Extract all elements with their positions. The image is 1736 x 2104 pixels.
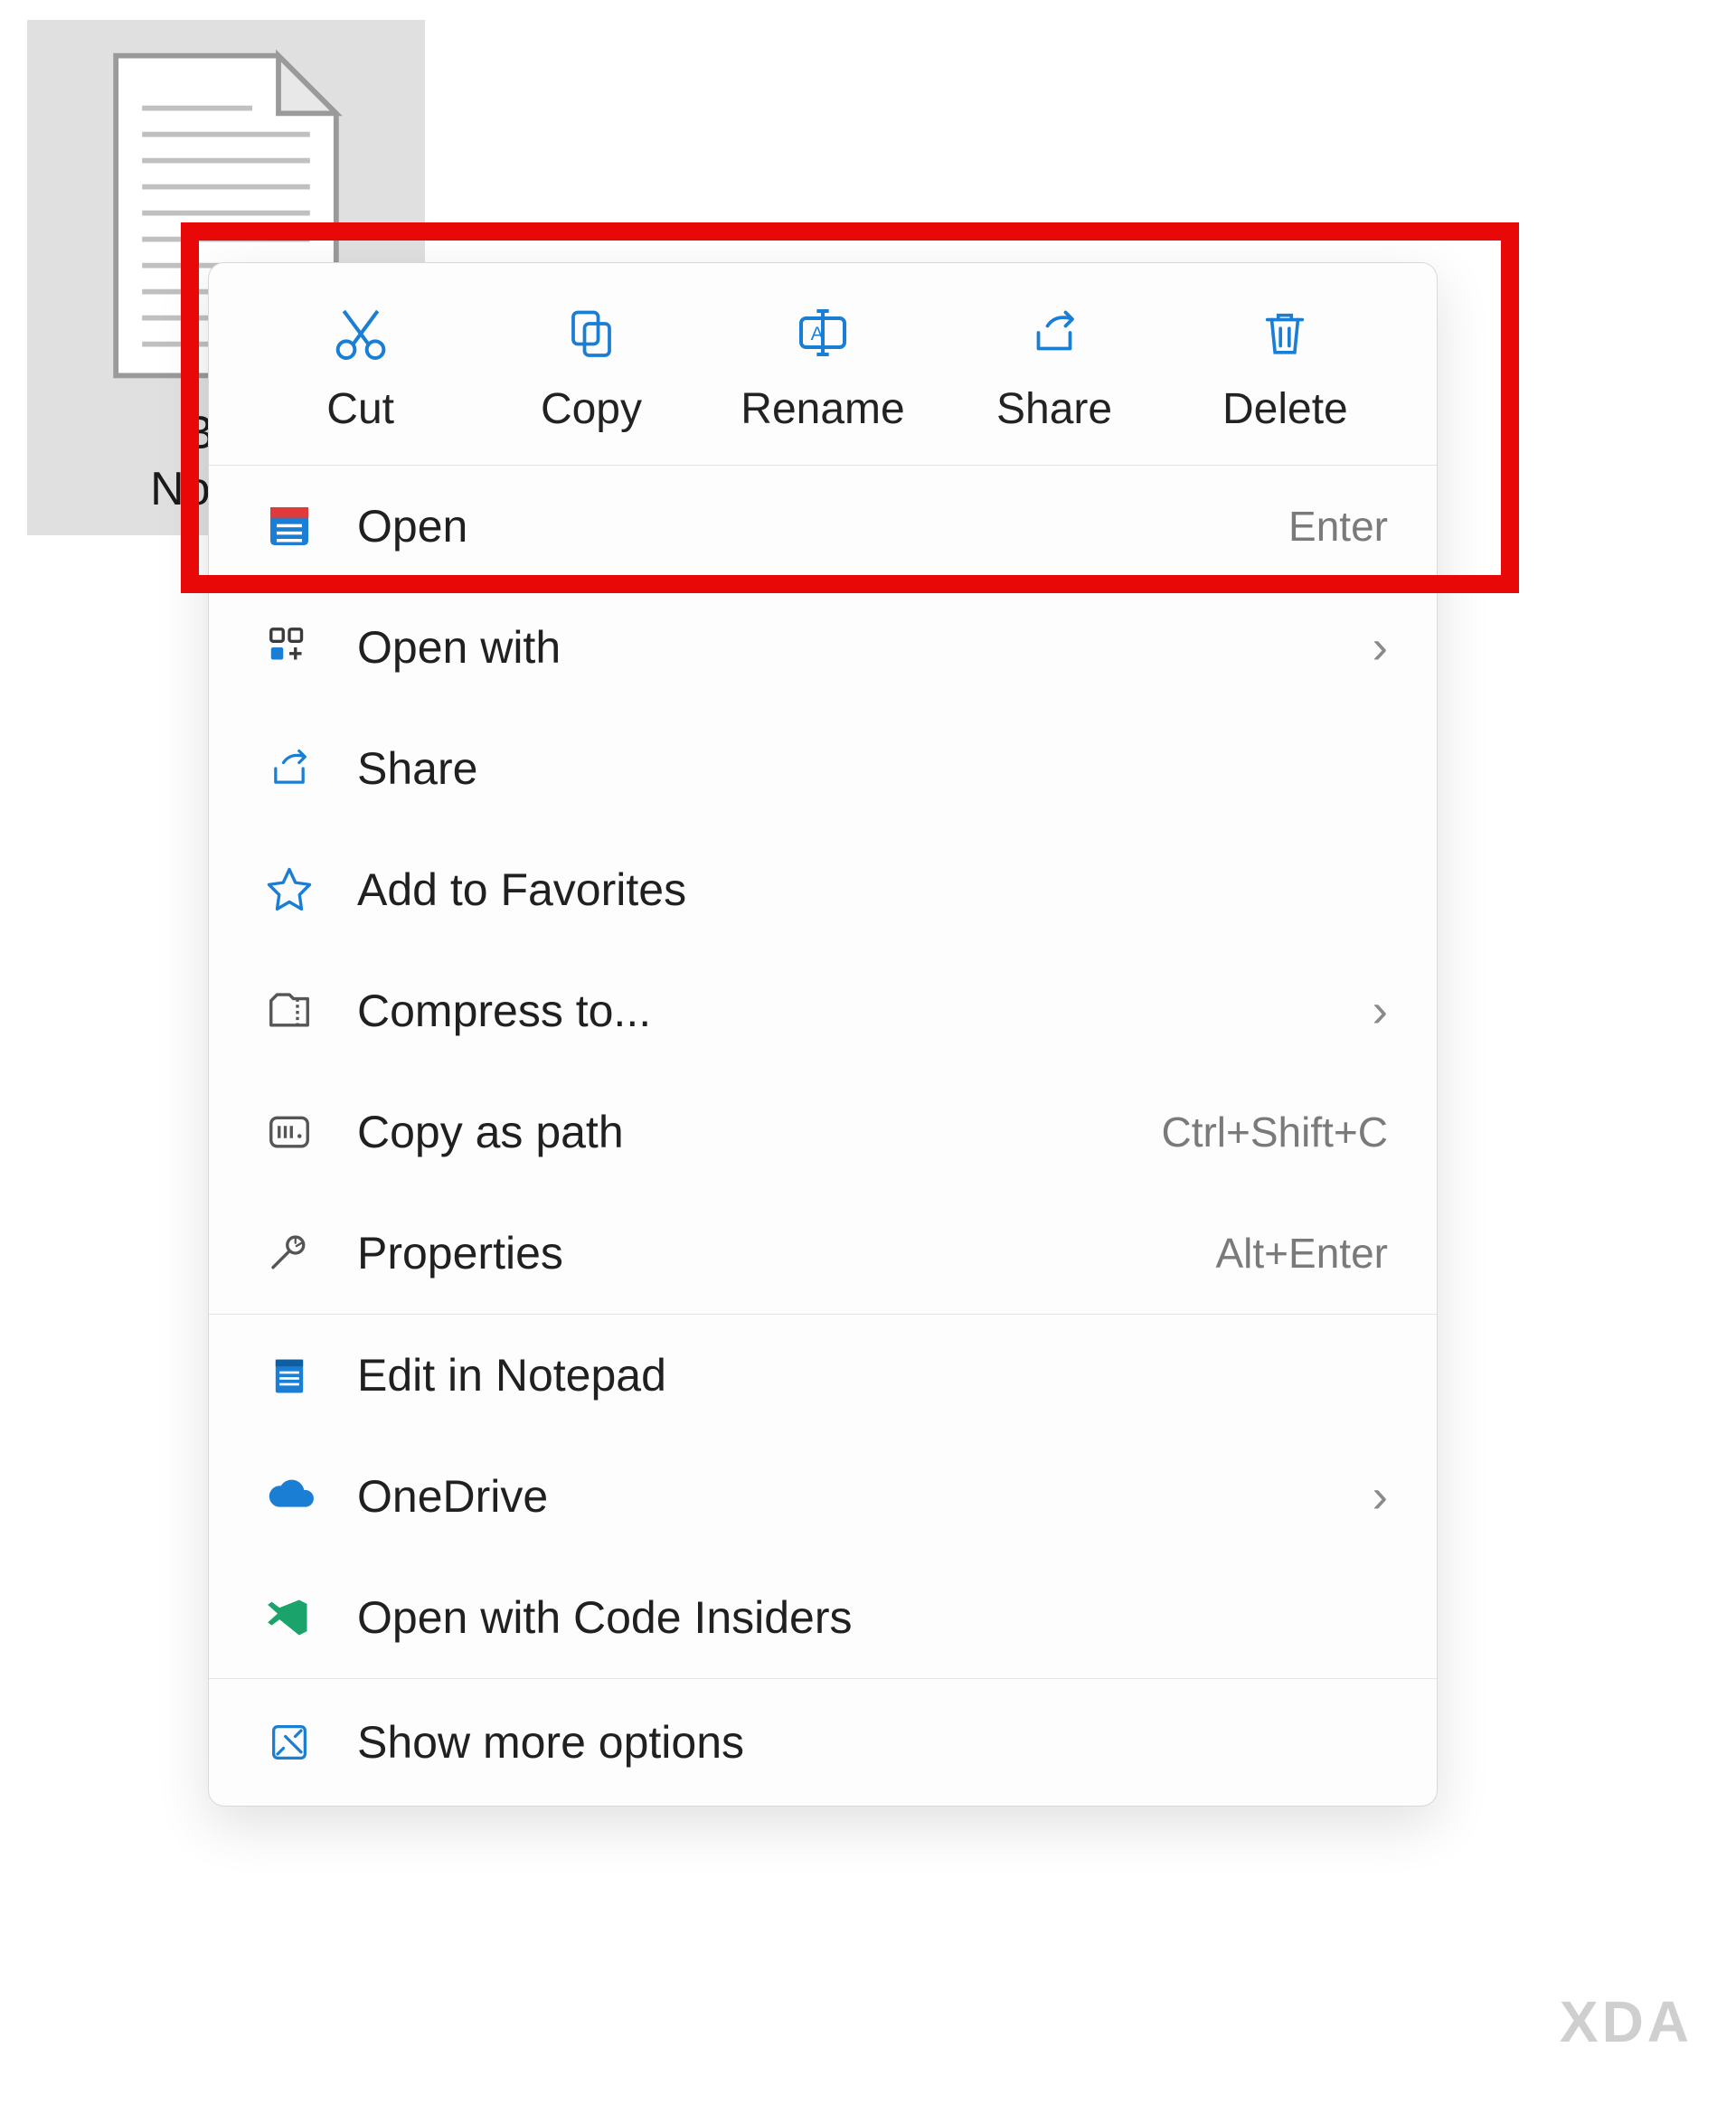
svg-text:A: A [811,323,825,344]
copy-path-icon [261,1104,317,1160]
menu-open-with-label: Open with [357,621,1373,674]
menu-favorites-label: Add to Favorites [357,863,1388,916]
rename-label: Rename [741,384,904,434]
menu-compress-label: Compress to... [357,985,1373,1037]
menu-open[interactable]: Open Enter [209,466,1437,587]
open-with-icon [261,619,317,675]
menu-open-with[interactable]: Open with › [209,587,1437,708]
delete-button[interactable]: Delete [1203,301,1366,434]
share-label: Share [996,384,1112,434]
menu-code-insiders[interactable]: Open with Code Insiders [209,1557,1437,1678]
menu-copy-path[interactable]: Copy as path Ctrl+Shift+C [209,1071,1437,1193]
menu-properties-label: Properties [357,1227,1216,1279]
delete-icon [1253,301,1316,364]
menu-copy-path-label: Copy as path [357,1106,1161,1158]
menu-share[interactable]: Share [209,708,1437,829]
menu-edit-notepad-label: Edit in Notepad [357,1349,1388,1401]
open-icon [261,498,317,554]
menu-open-label: Open [357,500,1288,552]
rename-button[interactable]: A Rename [741,301,904,434]
properties-icon [261,1225,317,1281]
notepad-icon [261,1347,317,1403]
menu-copy-path-shortcut: Ctrl+Shift+C [1161,1108,1388,1156]
chevron-right-icon: › [1373,1469,1388,1524]
share-outline-icon [261,741,317,797]
menu-more-options-label: Show more options [357,1716,1388,1769]
vscode-insiders-icon [261,1590,317,1646]
menu-open-shortcut: Enter [1288,502,1388,551]
more-options-icon [261,1714,317,1770]
context-menu: Cut Copy A Rename [208,262,1438,1807]
cut-icon [329,301,392,364]
menu-properties-shortcut: Alt+Enter [1216,1229,1389,1278]
menu-edit-notepad[interactable]: Edit in Notepad [209,1315,1437,1436]
chevron-right-icon: › [1373,984,1388,1038]
menu-code-insiders-label: Open with Code Insiders [357,1591,1388,1644]
share-button[interactable]: Share [973,301,1136,434]
menu-properties[interactable]: Properties Alt+Enter [209,1193,1437,1314]
menu-onedrive[interactable]: OneDrive › [209,1436,1437,1557]
menu-favorites[interactable]: Add to Favorites [209,829,1437,950]
menu-compress[interactable]: Compress to... › [209,950,1437,1071]
copy-icon [560,301,623,364]
share-icon [1023,301,1086,364]
chevron-right-icon: › [1373,620,1388,675]
cut-label: Cut [326,384,394,434]
compress-icon [261,983,317,1039]
rename-icon: A [791,301,854,364]
delete-label: Delete [1222,384,1348,434]
menu-share-label: Share [357,742,1388,795]
onedrive-icon [261,1468,317,1524]
copy-button[interactable]: Copy [510,301,673,434]
star-icon [261,862,317,918]
copy-label: Copy [541,384,642,434]
menu-more-options[interactable]: Show more options [209,1679,1437,1806]
action-row: Cut Copy A Rename [209,263,1437,466]
watermark: XDA [1560,1988,1693,2055]
cut-button[interactable]: Cut [279,301,442,434]
menu-onedrive-label: OneDrive [357,1470,1373,1523]
